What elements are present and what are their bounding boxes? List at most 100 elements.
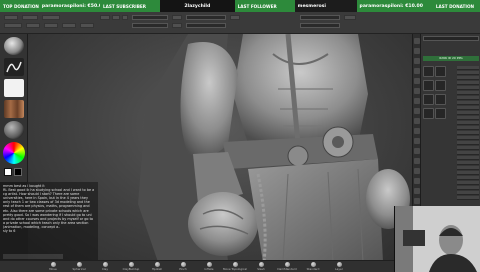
- tool-thumbnail[interactable]: [423, 66, 434, 77]
- chat-message: sly to 6: [3, 229, 16, 234]
- subtool-row[interactable]: [457, 171, 479, 175]
- subtool-row[interactable]: [457, 156, 479, 160]
- shelf-brush-item[interactable]: Hpolish: [144, 262, 170, 272]
- shelf-brush-item[interactable]: ClayBuildup: [118, 262, 144, 272]
- top-donation-widget: TOP DONATION paramoraspiloni: €50.00: [0, 0, 105, 12]
- right-shelf-strip: [412, 34, 420, 212]
- shelf-brush-item[interactable]: Pinch: [170, 262, 196, 272]
- subtool-row[interactable]: [457, 176, 479, 180]
- shelf-brush-item[interactable]: Move: [40, 262, 66, 272]
- focal-shift-slider[interactable]: [186, 15, 226, 20]
- secondary-color-swatch[interactable]: [14, 168, 22, 176]
- rgb-intensity-slider[interactable]: [132, 15, 168, 20]
- brush-selector-icon[interactable]: [4, 37, 24, 55]
- shelf-brush-item[interactable]: Standard: [300, 262, 326, 272]
- alpha-selector-icon[interactable]: [4, 79, 24, 97]
- projection-master-button[interactable]: [4, 15, 18, 20]
- last-donation-tag: LAST DONATION: [435, 3, 475, 9]
- dynamic-button[interactable]: [230, 15, 240, 20]
- webcam-feed: [394, 206, 480, 272]
- tool-thumbnail[interactable]: [423, 94, 434, 105]
- live-boolean-button[interactable]: [42, 15, 60, 20]
- tool-thumbnail[interactable]: [435, 80, 446, 91]
- subtool-row[interactable]: [457, 131, 479, 135]
- shelf-brush-label: Layer: [335, 267, 343, 271]
- subtool-row[interactable]: [457, 96, 479, 100]
- main-color-swatch[interactable]: [4, 168, 12, 176]
- subtool-row[interactable]: [457, 76, 479, 80]
- shelf-brush-item[interactable]: Spherical: [66, 262, 92, 272]
- shelf-brush-item[interactable]: Clay: [92, 262, 118, 272]
- shelf-brush-item[interactable]: Inflate: [196, 262, 222, 272]
- shelf-brush-label: DamStandard: [277, 267, 297, 271]
- subtool-row[interactable]: [457, 146, 479, 150]
- last-subscriber-tag: LAST SUBSCRIBER: [103, 3, 146, 9]
- zadd-button[interactable]: [172, 15, 182, 20]
- subtool-row[interactable]: [457, 141, 479, 145]
- undo-history-bar[interactable]: [423, 36, 479, 41]
- texture-selector-icon[interactable]: [4, 100, 24, 118]
- subtool-row[interactable]: [457, 196, 479, 200]
- subtool-row[interactable]: [457, 71, 479, 75]
- shelf-brush-label: Inflate: [204, 267, 214, 271]
- subtool-row[interactable]: [457, 66, 479, 70]
- rgb-button[interactable]: [112, 15, 120, 20]
- tool-thumbnail[interactable]: [435, 108, 446, 119]
- shelf-brush-label: Pinch: [179, 267, 187, 271]
- color-picker-wheel[interactable]: [3, 142, 25, 164]
- subtool-row[interactable]: [457, 161, 479, 165]
- last-donation-value: paramoraspiloni: €10.00: [359, 3, 423, 9]
- tool-thumbnail[interactable]: [435, 66, 446, 77]
- left-tray: [0, 34, 28, 182]
- subtool-row[interactable]: [457, 186, 479, 190]
- chat-input[interactable]: [3, 254, 63, 259]
- tool-thumbnail[interactable]: [423, 80, 434, 91]
- mrgb-button[interactable]: [100, 15, 110, 20]
- last-subscriber-value: 2lazychild: [184, 3, 211, 9]
- shelf-brush-item[interactable]: Layer: [326, 262, 352, 272]
- scale-button[interactable]: [62, 23, 76, 28]
- subtool-row[interactable]: [457, 111, 479, 115]
- subtool-row[interactable]: [457, 91, 479, 95]
- move-button[interactable]: [44, 23, 58, 28]
- edit-button[interactable]: [4, 23, 22, 28]
- lightbox-button[interactable]: [22, 15, 38, 20]
- subtool-row[interactable]: [457, 151, 479, 155]
- tool-subtool-panel: 6266 ID 20 PPG: [420, 34, 480, 212]
- material-selector-icon[interactable]: [4, 121, 24, 139]
- shelf-brush-label: Hpolish: [151, 267, 163, 271]
- shelf-brush-label: Slash: [257, 267, 265, 271]
- zsub-button[interactable]: [172, 23, 182, 28]
- spotlight-button[interactable]: [344, 15, 356, 20]
- draw-button[interactable]: [26, 23, 40, 28]
- shelf-brush-label: Move Topological: [223, 267, 247, 271]
- subtool-row[interactable]: [457, 191, 479, 195]
- m-button[interactable]: [122, 15, 128, 20]
- top-donation-value: paramoraspiloni: €50.00: [41, 3, 106, 9]
- subtool-row[interactable]: [457, 166, 479, 170]
- shelf-brush-item[interactable]: Move Topological: [222, 262, 248, 272]
- stroke-selector-icon[interactable]: [4, 58, 24, 76]
- z-intensity-slider[interactable]: [132, 23, 168, 28]
- subtool-row[interactable]: [457, 116, 479, 120]
- subtool-row[interactable]: [457, 181, 479, 185]
- shelf-brush-item[interactable]: Slash: [248, 262, 274, 272]
- rotate-button[interactable]: [80, 23, 94, 28]
- subtool-row[interactable]: [457, 121, 479, 125]
- tool-info-label: 6266 ID 20 PPG: [423, 56, 479, 61]
- webcam-image: [395, 206, 480, 272]
- subtool-row[interactable]: [457, 106, 479, 110]
- tool-thumbnail[interactable]: [423, 108, 434, 119]
- subtool-row[interactable]: [457, 86, 479, 90]
- tool-thumbnail[interactable]: [435, 94, 446, 105]
- subtool-row[interactable]: [457, 136, 479, 140]
- subtool-row[interactable]: [457, 126, 479, 130]
- last-subscriber-widget: 2lazychild: [160, 0, 235, 12]
- last-follower-tag-box: LAST FOLLOWER: [234, 0, 295, 12]
- subtool-row[interactable]: [457, 101, 479, 105]
- shelf-brush-item[interactable]: DamStandard: [274, 262, 300, 272]
- stream-overlay-bar: TOP DONATION paramoraspiloni: €50.00 LAS…: [0, 0, 480, 12]
- chat-overlay: mmm best as i bought it RL Best good ik …: [0, 182, 98, 260]
- draw-size-slider[interactable]: [186, 23, 226, 28]
- subtool-row[interactable]: [457, 81, 479, 85]
